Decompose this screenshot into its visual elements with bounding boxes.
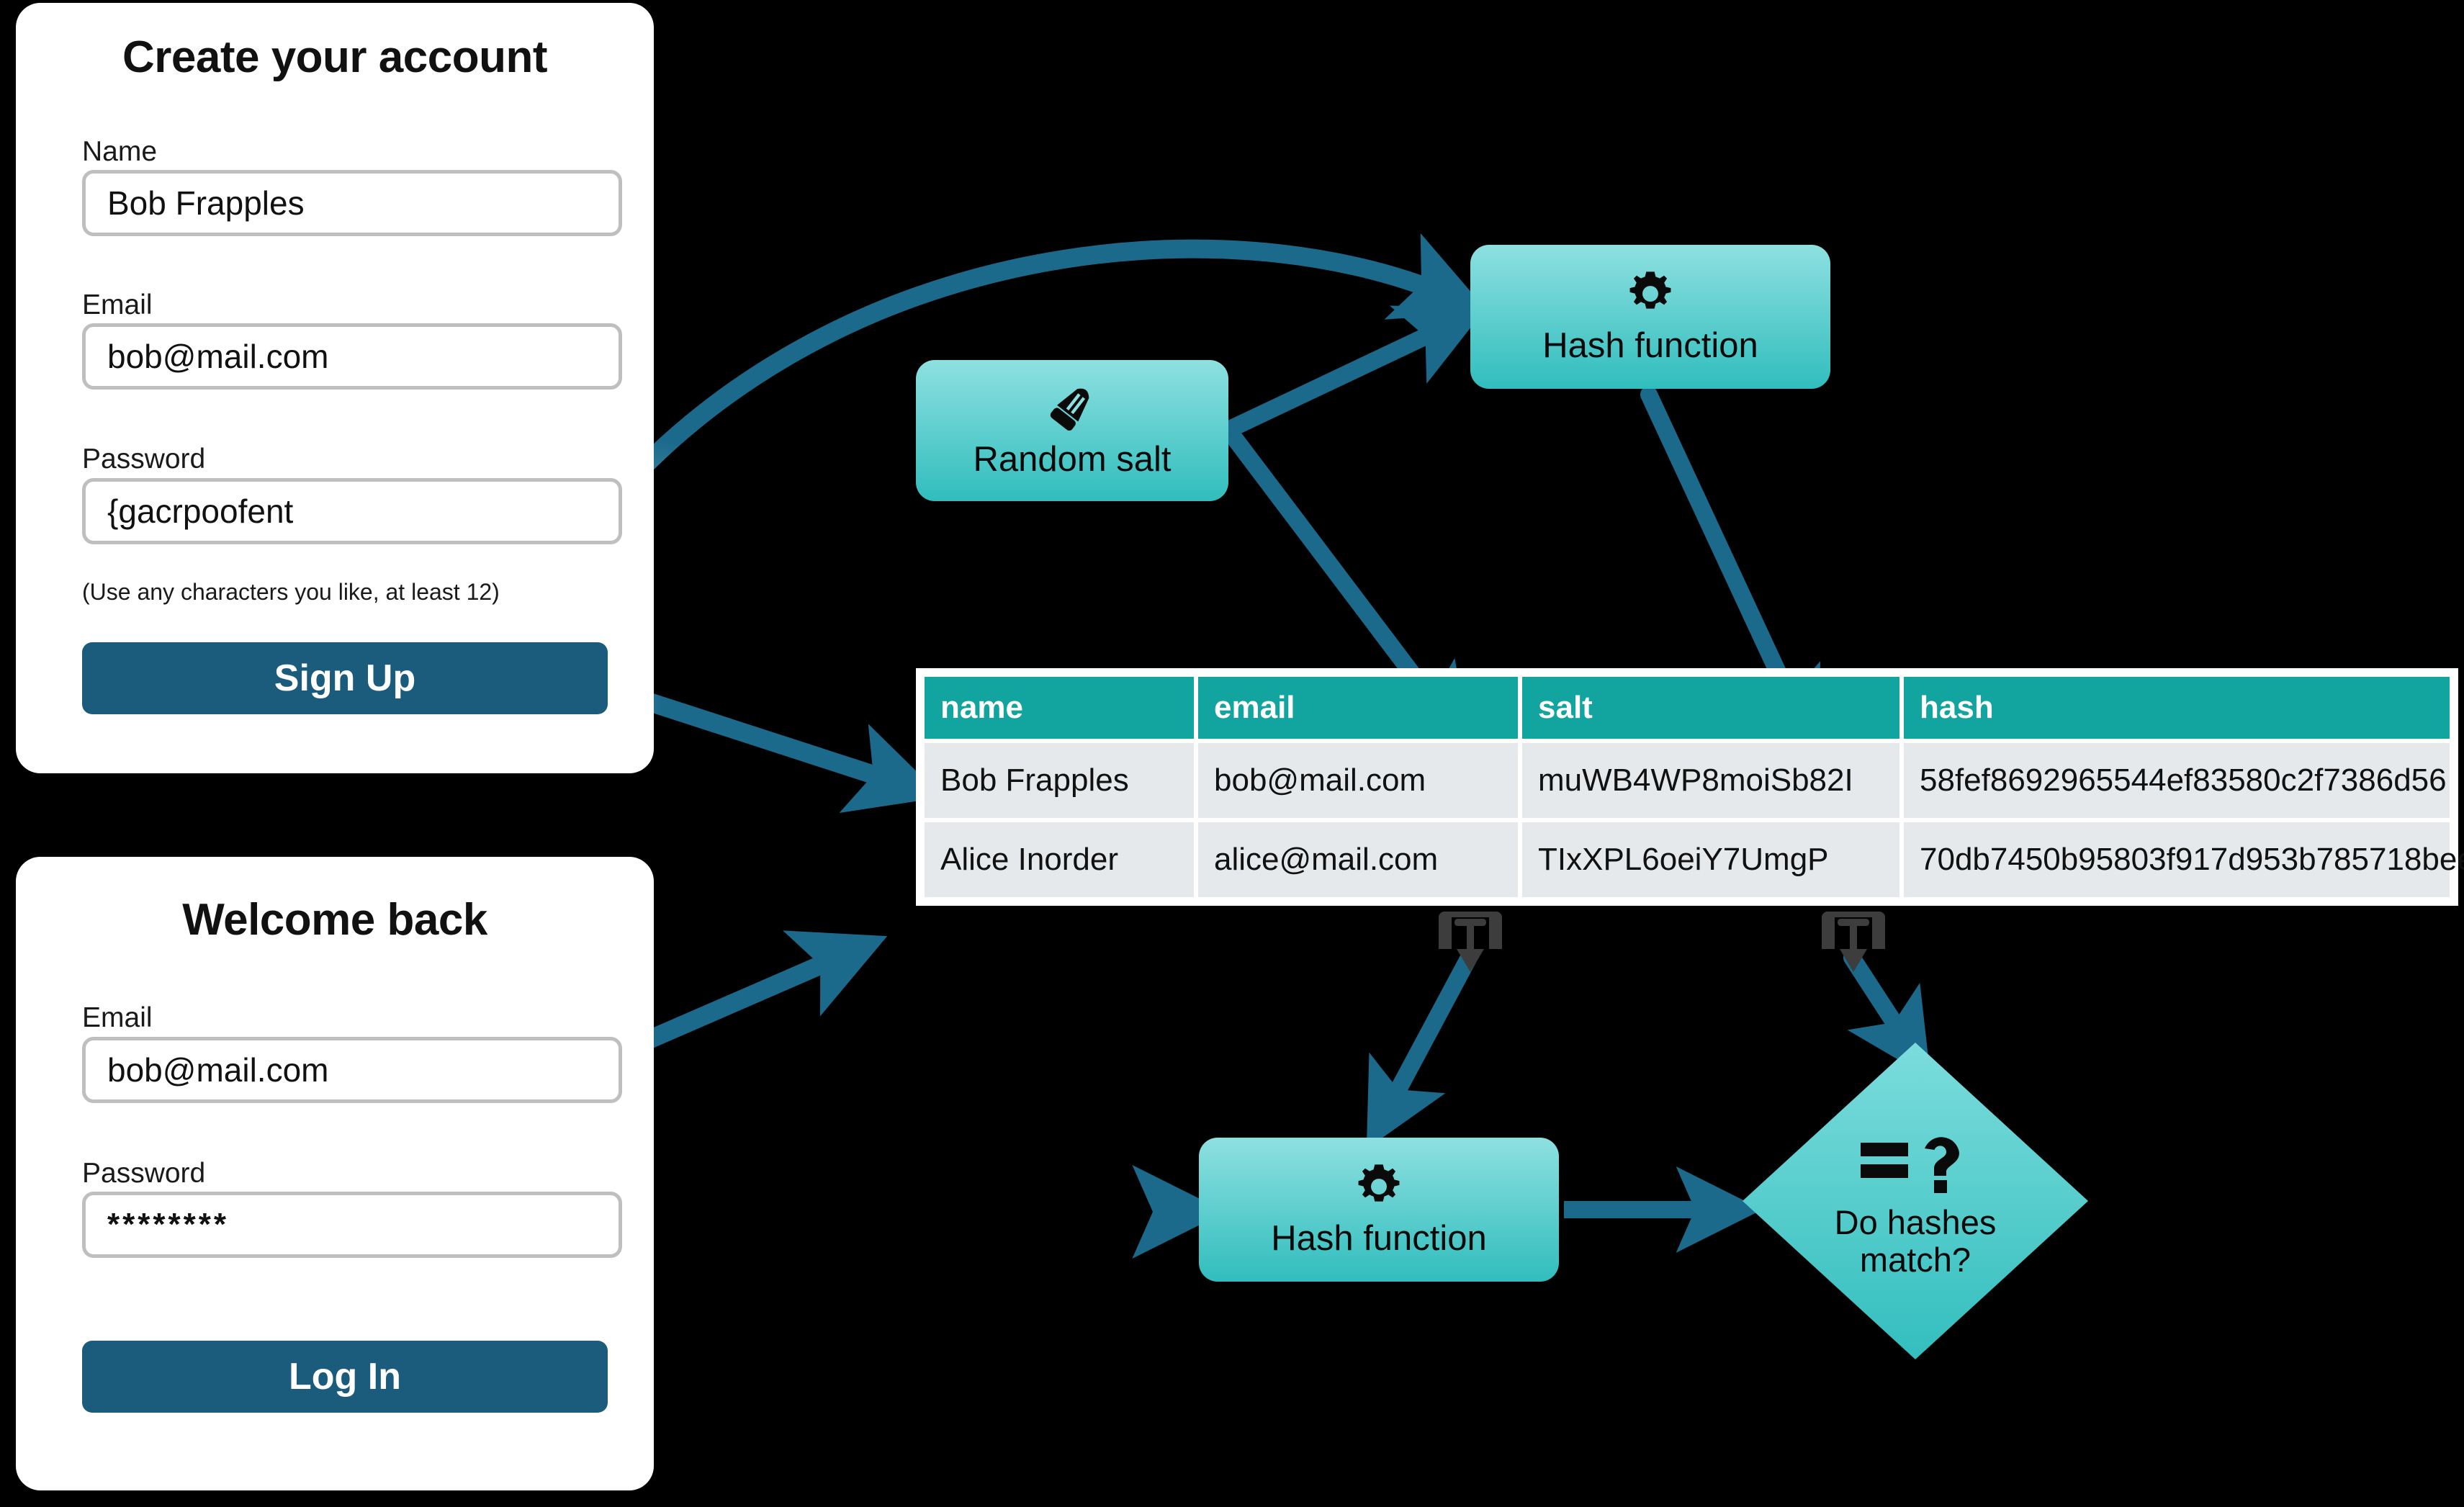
hash-function-signup-label: Hash function [1542, 325, 1758, 365]
table-header-row: name email salt hash [925, 677, 2450, 739]
arrow-salt-to-hash [1221, 305, 1487, 438]
password-hint: (Use any characters you like, at least 1… [82, 579, 500, 605]
login-password-label: Password [82, 1158, 206, 1189]
column-header-hash: hash [1904, 677, 2450, 739]
hash-compare-node[interactable]: Do hashes match? [1743, 1043, 2088, 1359]
hash-function-login-node[interactable]: Hash function [1199, 1138, 1559, 1282]
log-in-button[interactable]: Log In [82, 1341, 608, 1413]
table-row: Bob Frapples bob@mail.com muWB4WP8moiSb8… [925, 743, 2450, 818]
login-password-input[interactable]: ******** [82, 1192, 622, 1258]
cell-name: Bob Frapples [925, 743, 1194, 818]
equals-question-icon [1858, 1124, 1973, 1200]
login-email-label: Email [82, 1002, 153, 1033]
signup-card: Create your account Name Bob Frapples Em… [16, 3, 654, 773]
signup-password-label: Password [82, 444, 206, 474]
random-salt-label: Random salt [973, 439, 1172, 479]
cell-hash: 70db7450b95803f917d953b785718bee [1904, 822, 2464, 897]
signup-email-input[interactable]: bob@mail.com [82, 323, 622, 390]
login-email-input[interactable]: bob@mail.com [82, 1037, 622, 1103]
hash-function-login-label: Hash function [1271, 1218, 1487, 1258]
cell-email: alice@mail.com [1198, 822, 1518, 897]
signup-name-input[interactable]: Bob Frapples [82, 170, 622, 236]
cell-salt: TIxXPL6oeiY7UmgP [1522, 822, 1899, 897]
retrieve-from-db-icon [1437, 906, 1503, 978]
signup-email-label: Email [82, 289, 153, 320]
compare-label-line2: match? [1859, 1240, 1971, 1279]
login-card: Welcome back Email bob@mail.com Password… [16, 857, 654, 1490]
random-salt-node[interactable]: Random salt [916, 360, 1228, 501]
signup-password-value: {gacrpoofent [107, 492, 294, 530]
diagram-canvas: Create your account Name Bob Frapples Em… [0, 0, 2464, 1507]
compare-label: Do hashes match? [1835, 1204, 1997, 1278]
log-in-button-label: Log In [289, 1356, 401, 1398]
signup-title: Create your account [122, 32, 548, 82]
compare-label-line1: Do hashes [1834, 1202, 1997, 1241]
signup-name-value: Bob Frapples [107, 184, 305, 222]
cell-salt: muWB4WP8moiSb82I [1522, 743, 1899, 818]
arrow-salt-retrieve-to-hash [1366, 949, 1478, 1149]
signup-name-label: Name [82, 136, 158, 167]
column-header-email: email [1198, 677, 1518, 739]
signup-email-value: bob@mail.com [107, 338, 329, 375]
cell-hash: 58fef8692965544ef83580c2f7386d56 [1904, 743, 2450, 818]
user-database-table: name email salt hash Bob Frapples bob@ma… [916, 668, 2464, 906]
gear-icon [1625, 269, 1676, 323]
sign-up-button[interactable]: Sign Up [82, 642, 608, 714]
signup-password-input[interactable]: {gacrpoofent [82, 478, 622, 544]
login-email-value: bob@mail.com [107, 1051, 329, 1089]
cell-name: Alice Inorder [925, 822, 1194, 897]
sign-up-button-label: Sign Up [274, 657, 416, 699]
salt-shaker-icon [1048, 382, 1096, 436]
cell-email: bob@mail.com [1198, 743, 1518, 818]
retrieve-from-db-icon [1820, 906, 1887, 978]
gear-icon [1354, 1161, 1404, 1215]
table-row: Alice Inorder alice@mail.com TIxXPL6oeiY… [925, 822, 2464, 897]
hash-function-signup-node[interactable]: Hash function [1470, 245, 1830, 389]
login-title: Welcome back [182, 895, 487, 945]
column-header-name: name [925, 677, 1194, 739]
column-header-salt: salt [1522, 677, 1899, 739]
login-password-value: ******** [107, 1207, 229, 1242]
